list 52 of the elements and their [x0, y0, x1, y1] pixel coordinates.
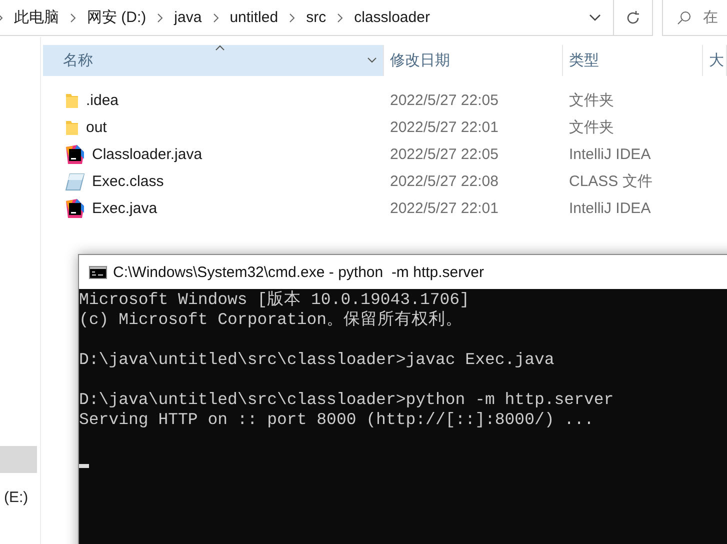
breadcrumb-item[interactable]: classloader: [354, 9, 430, 26]
chevron-icon: [288, 12, 296, 22]
modified-date: 2022/5/27 22:01: [389, 200, 500, 217]
file-name[interactable]: out: [43, 119, 384, 136]
breadcrumb-item[interactable]: 网安 (D:): [87, 8, 146, 27]
search-field[interactable]: 在: [662, 0, 727, 36]
sidebar-item[interactable]: (E:): [0, 489, 37, 506]
console-line: D:\java\untitled\src\classloader>javac Exec.java: [79, 350, 554, 369]
file-type: IntelliJ IDEA: [568, 146, 652, 163]
modified-date: 2022/5/27 22:05: [389, 146, 500, 163]
file-name[interactable]: Exec.java: [43, 198, 384, 218]
breadcrumb-item[interactable]: untitled: [230, 9, 278, 26]
chevron-down-icon: [589, 14, 601, 22]
modified-date: 2022/5/27 22:01: [389, 119, 500, 136]
caret-icon[interactable]: [367, 57, 377, 64]
folder-icon: [65, 92, 79, 108]
file-name[interactable]: Classloader.java: [43, 144, 384, 164]
sort-ascending-icon: [215, 45, 225, 51]
search-icon: [677, 10, 691, 24]
chevron-icon: [212, 12, 220, 22]
file-type: IntelliJ IDEA: [568, 200, 652, 217]
file-type: 文件夹: [568, 91, 615, 110]
breadcrumb-item[interactable]: src: [306, 9, 326, 26]
file-type: 文件夹: [568, 118, 615, 137]
column-header[interactable]: 大: [703, 45, 727, 76]
file-type: CLASS 文件: [568, 172, 654, 191]
chevron-icon: [156, 12, 164, 22]
console-line: Serving HTTP on :: port 8000 (http://[::]:8000/) ...: [79, 410, 594, 429]
column-header[interactable]: 修改日期: [384, 45, 563, 76]
intellij-file-icon: [65, 144, 85, 164]
modified-date: 2022/5/27 22:08: [389, 173, 500, 190]
address-bar[interactable]: 此电脑 网安 (D:) java untitled src classloader: [0, 0, 614, 36]
chevron-icon: [69, 12, 77, 22]
console-line: (c) Microsoft Corporation。保留所有权利。: [79, 310, 463, 329]
file-name[interactable]: .idea: [43, 92, 384, 109]
breadcrumb-item[interactable]: 此电脑: [14, 8, 59, 27]
console-line: Microsoft Windows [版本 10.0.19043.1706]: [79, 290, 470, 309]
class-file-icon: [65, 172, 85, 190]
intellij-file-icon: [65, 198, 85, 218]
column-header[interactable]: 类型: [563, 45, 703, 76]
window-title: C:\Windows\System32\cmd.exe - python -m http.server: [113, 264, 484, 280]
file-name[interactable]: Exec.class: [43, 172, 384, 190]
modified-date: 2022/5/27 22:05: [389, 92, 500, 109]
console-line: D:\java\untitled\src\classloader>python -m http.server: [79, 390, 614, 409]
text-cursor: [79, 464, 89, 468]
console-icon: [89, 266, 107, 278]
refresh-button[interactable]: [614, 0, 653, 36]
folder-icon: [65, 120, 79, 136]
chevron-icon: [336, 12, 344, 22]
column-header[interactable]: 名称: [43, 45, 384, 76]
breadcrumb-item[interactable]: java: [174, 9, 202, 26]
refresh-icon: [625, 10, 641, 26]
